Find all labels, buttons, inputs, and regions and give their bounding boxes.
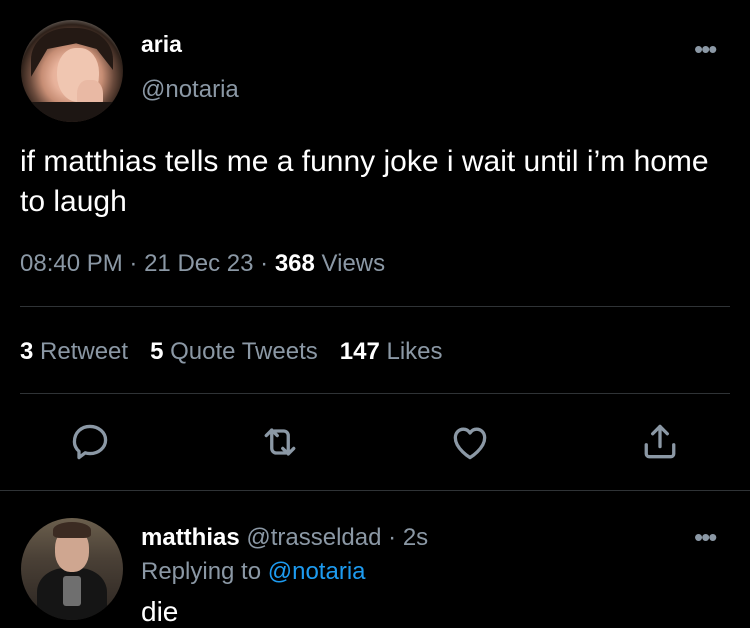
- heart-icon: [453, 427, 487, 460]
- separator: ·: [388, 524, 397, 551]
- separator: ·: [129, 250, 138, 277]
- avatar[interactable]: [21, 20, 123, 122]
- tweet-stats: 3 Retweet 5 Quote Tweets 147 Likes: [20, 338, 443, 366]
- reply-time[interactable]: 2s: [403, 524, 428, 551]
- reply-author-name[interactable]: matthias: [141, 524, 240, 551]
- like-button[interactable]: [448, 420, 492, 464]
- tweet-meta: 08:40 PM · 21 Dec 23 · 368 Views: [20, 250, 385, 278]
- reply-icon: [72, 424, 108, 460]
- divider: [20, 306, 730, 307]
- retweet-icon: [264, 428, 296, 456]
- tweet-text: if matthias tells me a funny joke i wait…: [20, 145, 709, 218]
- separator: ·: [260, 250, 269, 277]
- views-count: 368: [274, 250, 315, 277]
- tweet-date[interactable]: 21 Dec 23: [144, 250, 253, 277]
- quotes-stat[interactable]: 5 Quote Tweets: [150, 338, 318, 365]
- replying-prefix: Replying to: [141, 558, 262, 585]
- author-handle[interactable]: @notaria: [141, 76, 239, 104]
- likes-stat[interactable]: 147 Likes: [340, 338, 443, 365]
- views-label: Views: [321, 250, 386, 277]
- avatar[interactable]: [21, 518, 123, 620]
- retweet-button[interactable]: [258, 420, 302, 464]
- reply-header: matthias @trasseldad · 2s: [141, 524, 428, 552]
- replying-to-link[interactable]: @notaria: [268, 558, 366, 585]
- share-icon: [644, 424, 676, 459]
- retweets-label: Retweet: [40, 338, 129, 365]
- replying-to: Replying to @notaria: [141, 558, 366, 586]
- likes-label: Likes: [386, 338, 443, 365]
- divider: [20, 393, 730, 394]
- share-button[interactable]: [638, 420, 682, 464]
- reply-button[interactable]: [68, 420, 112, 464]
- likes-count: 147: [339, 338, 380, 365]
- quotes-count: 5: [150, 338, 164, 365]
- author-name[interactable]: aria: [141, 31, 182, 58]
- reply-author-handle[interactable]: @trasseldad: [246, 524, 381, 551]
- divider: [0, 490, 750, 491]
- tweet-time[interactable]: 08:40 PM: [20, 250, 123, 277]
- retweets-count: 3: [20, 338, 34, 365]
- more-options-icon[interactable]: •••: [694, 36, 720, 62]
- retweets-stat[interactable]: 3 Retweet: [20, 338, 128, 365]
- reply-text: die: [141, 596, 179, 627]
- more-options-icon[interactable]: •••: [694, 524, 717, 550]
- quotes-label: Quote Tweets: [170, 338, 318, 365]
